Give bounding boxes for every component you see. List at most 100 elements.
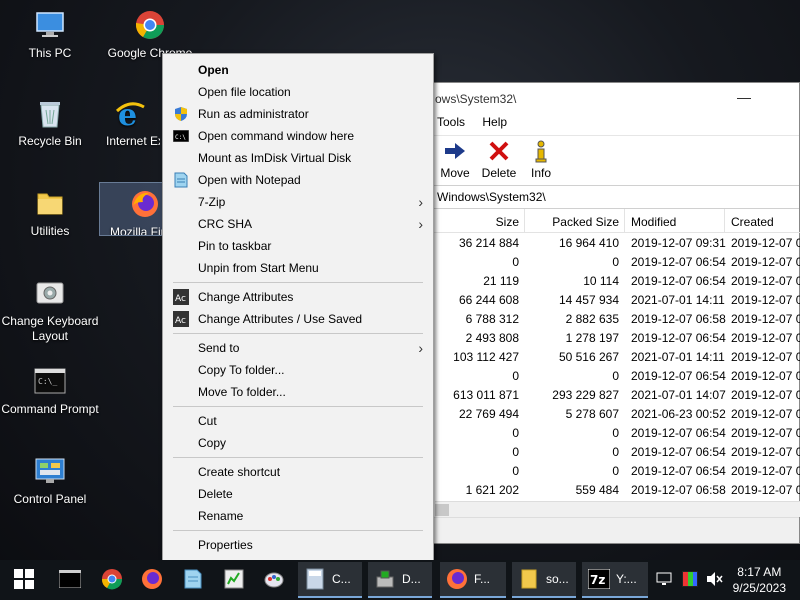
cell-size: 66 244 608	[458, 293, 519, 307]
taskbar-pin-firefox[interactable]	[136, 560, 168, 600]
desktop-icon-utilities[interactable]: Utilities	[0, 186, 100, 239]
menu-item-move-to-folder[interactable]: Move To folder...	[163, 381, 433, 403]
table-row[interactable]: 66 244 608 14 457 934 2021-07-01 14:11 2019…	[421, 290, 800, 309]
menu-item-mount-as-imdisk-virtual-disk[interactable]: Mount as ImDisk Virtual Disk	[163, 147, 433, 169]
menu-item-label: Change Attributes / Use Saved	[198, 312, 363, 326]
taskbar-pin-chrome[interactable]	[96, 560, 128, 600]
volume-muted-icon[interactable]	[706, 571, 724, 590]
menu-item-send-to[interactable]: Send to ›	[163, 337, 433, 359]
menu-item-properties[interactable]: Properties	[163, 534, 433, 556]
menu-item-open[interactable]: Open	[163, 59, 433, 81]
menu-item-open-with-notepad[interactable]: Open with Notepad	[163, 169, 433, 191]
menu-item-copy-to-folder[interactable]: Copy To folder...	[163, 359, 433, 381]
cell-size: 0	[512, 445, 519, 459]
table-row[interactable]: 22 769 494 5 278 607 2021-06-23 00:52 2019-…	[421, 404, 800, 423]
menu-item-label: Unpin from Start Menu	[198, 261, 319, 275]
cell-created: 2019-12-07 09	[731, 388, 800, 402]
table-row[interactable]: 0 0 2019-12-07 06:54 2019-12-07 06	[421, 423, 800, 442]
taskbar-pin-paint[interactable]	[258, 560, 290, 600]
delete-button[interactable]: Delete	[477, 140, 521, 180]
cell-created: 2019-12-07 06	[731, 464, 800, 478]
7zip-icon: 7z	[588, 568, 610, 590]
table-row[interactable]: 0 0 2019-12-07 06:54 2019-12-07 06	[421, 366, 800, 385]
desktop-icon-change-keyboard-layout[interactable]: Change Keyboard Layout	[0, 276, 100, 344]
menu-item-rename[interactable]: Rename	[163, 505, 433, 527]
desktop-icon-recycle-bin[interactable]: Recycle Bin	[0, 96, 100, 149]
column-created[interactable]: Created	[731, 215, 774, 229]
table-row[interactable]: 0 0 2019-12-07 06:54 2019-12-07 06	[421, 442, 800, 461]
taskbar-clock[interactable]: 8:17 AM 9/25/2023	[733, 564, 786, 596]
table-row[interactable]: 36 214 884 16 964 410 2019-12-07 09:31 2019…	[421, 233, 800, 252]
menu-item-unpin-from-start-menu[interactable]: Unpin from Start Menu	[163, 257, 433, 279]
menu-item-crc-sha[interactable]: CRC SHA ›	[163, 213, 433, 235]
svg-text:Ac: Ac	[175, 294, 186, 304]
move-button[interactable]: Move	[433, 140, 477, 180]
taskbar-app-folder[interactable]: so...	[512, 562, 576, 598]
menu-item-change-attributes-use-saved[interactable]: Ac Change Attributes / Use Saved	[163, 308, 433, 330]
7zip-window[interactable]: ows\System32\ — Tools Help Move Delete I…	[420, 82, 800, 544]
menu-item-create-shortcut[interactable]: Create shortcut	[163, 461, 433, 483]
cell-size: 1 621 202	[465, 483, 519, 497]
table-row[interactable]: 0 0 2019-12-07 06:54 2019-12-07 06	[421, 461, 800, 480]
menu-item-open-file-location[interactable]: Open file location	[163, 81, 433, 103]
info-button[interactable]: Info	[519, 140, 563, 180]
taskbar-pin-notepad[interactable]	[176, 560, 208, 600]
network-icon[interactable]	[656, 571, 674, 590]
menu-help[interactable]: Help	[482, 115, 507, 129]
desktop-icon-command-prompt[interactable]: C:\_ Command Prompt	[0, 364, 100, 417]
cell-modified: 2019-12-07 06:54	[631, 445, 726, 459]
horizontal-scrollbar[interactable]	[435, 501, 800, 517]
7zip-title-bar[interactable]: ows\System32\ —	[421, 83, 799, 115]
firefox-icon	[128, 187, 162, 221]
taskbar-app-7zip[interactable]: 7z Y:...	[582, 562, 648, 598]
table-row[interactable]: 1 621 202 559 484 2019-12-07 06:58 2019-12-…	[421, 480, 800, 499]
cell-modified: 2019-12-07 09:31	[631, 236, 726, 250]
minimize-icon[interactable]: —	[737, 89, 751, 105]
menu-item-copy[interactable]: Copy	[163, 432, 433, 454]
start-button[interactable]	[4, 560, 44, 600]
desktop-icon-this-pc[interactable]: This PC	[0, 8, 100, 61]
taskbar-pin-task[interactable]	[218, 560, 250, 600]
table-row[interactable]: 0 0 2019-12-07 06:54 2019-12-07 06	[421, 252, 800, 271]
menu-item-open-command-window-here[interactable]: C:\ Open command window here	[163, 125, 433, 147]
cell-size: 0	[512, 369, 519, 383]
firefox-icon	[446, 568, 468, 590]
cell-created: 2019-12-07 06	[731, 483, 800, 497]
taskbar-app-calculator[interactable]: C...	[298, 562, 362, 598]
menu-item-delete[interactable]: Delete	[163, 483, 433, 505]
column-modified[interactable]: Modified	[631, 215, 676, 229]
menu-item-change-attributes[interactable]: Ac Change Attributes	[163, 286, 433, 308]
menu-item-label: Delete	[198, 487, 233, 501]
table-row[interactable]: 6 788 312 2 882 635 2019-12-07 06:58 2019-1…	[421, 309, 800, 328]
column-packed-size[interactable]: Packed Size	[552, 215, 619, 229]
menu-tools[interactable]: Tools	[437, 115, 465, 129]
info-icon	[519, 140, 563, 166]
status-bar	[421, 517, 799, 543]
context-menu: Open Open file location Run as administrat…	[162, 53, 434, 561]
path-bar[interactable]: Windows\System32\	[421, 185, 799, 209]
cell-size: 36 214 884	[458, 236, 519, 250]
file-list[interactable]: Size Packed Size Modified Created 36 214…	[421, 209, 800, 499]
desktop-icon-internet-explorer[interactable]: e Internet Explorer	[100, 96, 160, 149]
display-icon[interactable]	[682, 570, 698, 590]
menu-separator	[173, 282, 423, 283]
cell-created: 2019-12-07 09	[731, 293, 800, 307]
taskbar-pin-cmd[interactable]	[54, 560, 86, 600]
menu-separator	[173, 457, 423, 458]
table-row[interactable]: 103 112 427 50 516 267 2021-07-01 14:11 201…	[421, 347, 800, 366]
menu-item-run-as-administrator[interactable]: Run as administrator	[163, 103, 433, 125]
cell-created: 2019-12-07 06	[731, 255, 800, 269]
menu-item-pin-to-taskbar[interactable]: Pin to taskbar	[163, 235, 433, 257]
menu-item-label: Pin to taskbar	[198, 239, 272, 253]
desktop-icon-control-panel[interactable]: Control Panel	[0, 454, 100, 507]
table-row[interactable]: 21 119 10 114 2019-12-07 06:54 2019-12-07 0…	[421, 271, 800, 290]
column-size[interactable]: Size	[496, 215, 519, 229]
menu-item-7-zip[interactable]: 7-Zip ›	[163, 191, 433, 213]
table-row[interactable]: 2 493 808 1 278 197 2019-12-07 06:54 2019-1…	[421, 328, 800, 347]
taskbar-app-firefox[interactable]: F...	[440, 562, 506, 598]
desktop-icon-mozilla-firefox[interactable]: Mozilla Firefox	[99, 182, 169, 236]
7zip-toolbar: Move Delete Info	[421, 135, 799, 185]
taskbar-app-device[interactable]: D...	[368, 562, 432, 598]
table-row[interactable]: 613 011 871 293 229 827 2021-07-01 14:07 20…	[421, 385, 800, 404]
menu-item-cut[interactable]: Cut	[163, 410, 433, 432]
